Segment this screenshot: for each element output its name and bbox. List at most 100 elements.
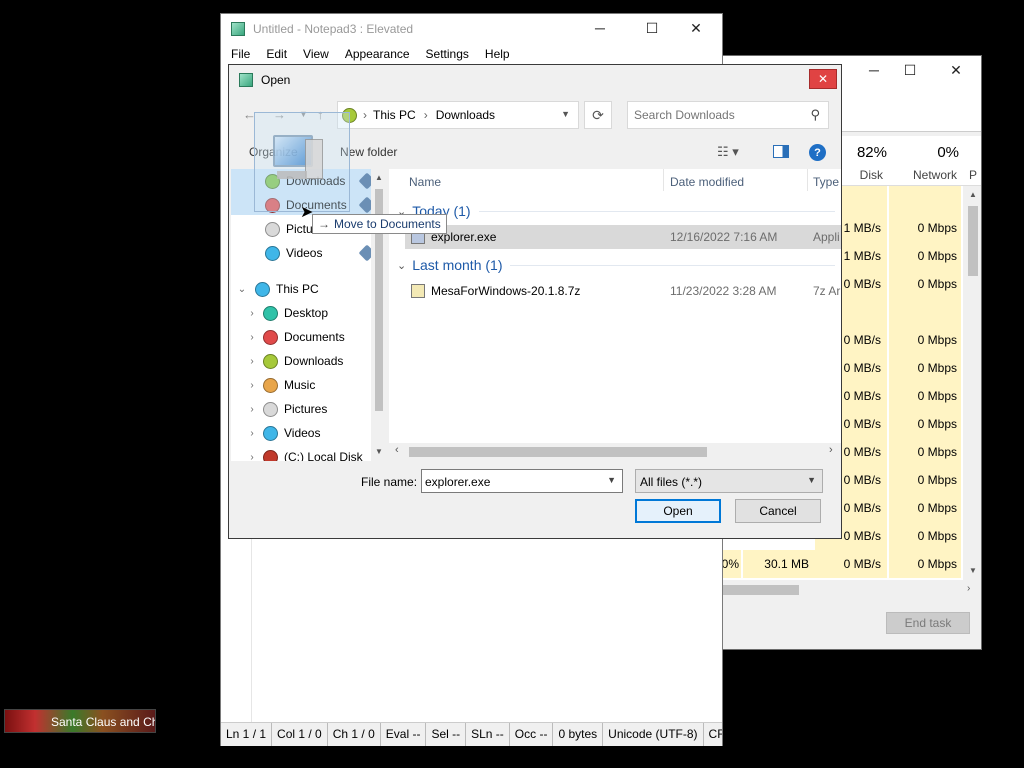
maximize-button[interactable]: ☐ [629, 14, 675, 42]
tree-item-pictures[interactable]: › Pictures [245, 397, 327, 421]
cpu-cell: 0% [722, 550, 741, 578]
file-name-input[interactable] [425, 474, 595, 490]
network-cell: 0 Mbps [889, 410, 961, 438]
menu-settings[interactable]: Settings [418, 43, 477, 65]
chevron-down-icon[interactable]: ▼ [807, 475, 816, 485]
help-icon[interactable]: ? [809, 144, 826, 161]
hscrollbar[interactable]: ‹ › [389, 443, 841, 461]
file-name-label: File name: [361, 475, 418, 489]
chevron-down-icon[interactable]: ⌄ [235, 284, 249, 295]
tree-label: This PC [276, 282, 319, 296]
notepad-title: Untitled - Notepad3 : Elevated [253, 22, 414, 36]
network-column-label[interactable]: Network [889, 168, 957, 182]
scroll-thumb[interactable] [968, 206, 978, 276]
scroll-down-icon[interactable]: ▼ [969, 566, 977, 575]
chevron-right-icon[interactable]: › [245, 452, 259, 462]
status-segment: Ln 1 / 1 [221, 723, 273, 746]
preview-pane-icon[interactable] [773, 145, 789, 158]
tree-item-documents[interactable]: › Documents [245, 325, 345, 349]
end-task-button[interactable]: End task [886, 612, 970, 634]
minimize-button[interactable]: ─ [577, 14, 623, 42]
open-button[interactable]: Open [635, 499, 721, 523]
menu-help[interactable]: Help [477, 43, 518, 65]
tree-label: Downloads [284, 354, 344, 368]
folder-icon [263, 377, 278, 393]
menu-file[interactable]: File [223, 43, 258, 65]
network-cell: 0 Mbps [889, 494, 961, 522]
taskbar-thumbnail-label: Santa Claus and Ch [51, 715, 156, 729]
status-segment: CR+ [704, 723, 722, 746]
chevron-down-icon[interactable]: ▼ [607, 475, 616, 485]
search-box[interactable]: ⚲ [627, 101, 829, 129]
tree-item--c-local-disk[interactable]: › (C:) Local Disk [245, 445, 363, 461]
breadcrumb-this-pc[interactable]: This PC [373, 108, 416, 122]
hscroll-thumb[interactable] [723, 585, 799, 595]
scroll-right-icon[interactable]: › [967, 583, 970, 594]
cancel-button[interactable]: Cancel [735, 499, 821, 523]
chevron-right-icon[interactable]: › [245, 404, 259, 415]
power-column-label[interactable]: P [969, 168, 977, 182]
view-options-icon[interactable]: ☷ ▾ [717, 144, 739, 160]
status-bar: Ln 1 / 1 Col 1 / 0 Ch 1 / 0 Eval -- Sel -- SL… [221, 722, 722, 746]
file-type-select[interactable]: All files (*.*) ▼ [635, 469, 823, 493]
status-segment: Sel -- [426, 723, 467, 746]
scroll-down-icon[interactable]: ▼ [375, 447, 383, 456]
tree-item-desktop[interactable]: › Desktop [245, 301, 328, 325]
column-name[interactable]: Name [409, 175, 441, 189]
scroll-right-icon[interactable]: › [829, 444, 833, 456]
this-pc-icon [255, 281, 270, 297]
tree-item-videos[interactable]: › Videos [245, 421, 320, 445]
tree-label: Pictures [284, 402, 328, 416]
chevron-right-icon[interactable]: › [245, 428, 259, 439]
maximize-button[interactable]: ☐ [887, 56, 933, 84]
network-cell: 0 Mbps [889, 382, 961, 410]
chevron-down-icon[interactable]: ⌄ [397, 259, 406, 272]
address-dropdown-icon[interactable]: ▼ [561, 109, 570, 119]
close-button[interactable]: ✕ [933, 56, 979, 84]
tree-item-music[interactable]: › Music [245, 373, 315, 397]
chevron-right-icon[interactable]: › [245, 308, 259, 319]
tree-this-pc[interactable]: ⌄ This PC [235, 277, 319, 301]
scroll-up-icon[interactable]: ▲ [969, 190, 977, 199]
search-input[interactable] [634, 107, 794, 123]
refresh-button[interactable]: ⟳ [584, 101, 612, 129]
file-list: Name Date modified Type ⌄ Today (1) explor… [389, 169, 841, 461]
tree-label: Documents [284, 330, 345, 344]
tree-label: Desktop [284, 306, 329, 320]
tree-label: Videos [286, 246, 323, 260]
hscroll-thumb[interactable] [409, 447, 707, 457]
nav-scrollbar[interactable]: ▲ ▼ [371, 169, 387, 461]
column-date-modified[interactable]: Date modified [670, 175, 744, 189]
process-row[interactable]: 0% 30.1 MB 0 MB/s 0 Mbps [722, 550, 963, 578]
horizontal-scrollbar[interactable]: › [723, 582, 981, 598]
scroll-up-icon[interactable]: ▲ [375, 173, 383, 182]
disk-cell: 0 MB/s [815, 550, 887, 578]
chevron-right-icon[interactable]: › [245, 380, 259, 391]
file-name-combobox[interactable]: ▼ [421, 469, 623, 493]
quick-access-videos[interactable]: Videos [265, 241, 322, 265]
taskbar-thumbnail[interactable]: Santa Claus and Ch [4, 709, 156, 733]
menu-edit[interactable]: Edit [258, 43, 295, 65]
file-row[interactable]: MesaForWindows-20.1.8.7z 11/23/2022 3:28 … [405, 279, 841, 303]
scroll-left-icon[interactable]: ‹ [395, 444, 399, 456]
status-segment: Occ -- [510, 723, 554, 746]
file-row[interactable]: explorer.exe 12/16/2022 7:16 AM Appli [405, 225, 841, 249]
network-cell: 0 Mbps [889, 438, 961, 466]
column-type[interactable]: Type [813, 175, 839, 189]
group-header[interactable]: ⌄ Today (1) [389, 199, 841, 223]
file-type: Appli [813, 230, 840, 244]
menu-view[interactable]: View [295, 43, 337, 65]
vertical-scrollbar[interactable]: ▲ ▼ [965, 186, 981, 580]
tree-item-downloads[interactable]: › Downloads [245, 349, 343, 373]
breadcrumb-downloads[interactable]: Downloads [436, 108, 495, 122]
folder-icon [263, 401, 278, 417]
videos-folder-icon [265, 245, 280, 261]
menu-appearance[interactable]: Appearance [337, 43, 418, 65]
address-bar[interactable]: › This PC › Downloads ▼ [337, 101, 579, 129]
chevron-right-icon[interactable]: › [245, 356, 259, 367]
close-button[interactable]: ✕ [673, 14, 719, 42]
archive-icon [411, 284, 425, 298]
close-button[interactable]: ✕ [809, 69, 837, 89]
chevron-right-icon[interactable]: › [245, 332, 259, 343]
group-header[interactable]: ⌄ Last month (1) [389, 253, 841, 277]
